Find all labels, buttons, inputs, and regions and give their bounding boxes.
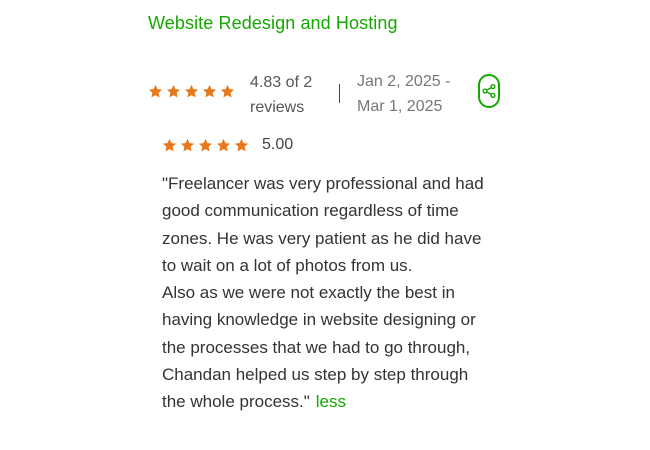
summary-star-rating — [148, 84, 235, 99]
share-icon — [482, 84, 496, 98]
star-icon — [166, 84, 181, 98]
star-icon — [184, 84, 199, 98]
feedback-rating: 5.00 — [162, 136, 293, 154]
job-title-link[interactable]: Website Redesign and Hosting — [148, 13, 398, 34]
date-range: Jan 2, 2025 - Mar 1, 2025 — [357, 73, 451, 115]
star-icon — [234, 138, 249, 151]
vertical-divider — [339, 84, 340, 103]
show-less-link[interactable]: less — [316, 392, 346, 411]
feedback-star-rating — [162, 138, 249, 153]
summary-score-text: 4.83 of 2 reviews — [250, 74, 313, 116]
star-icon — [198, 138, 213, 151]
feedback-paragraph: "Freelancer was very professional and ha… — [162, 174, 484, 275]
star-icon — [162, 138, 177, 151]
review-card: Website Redesign and Hosting 4.83 of 2 r… — [0, 0, 650, 450]
star-icon — [220, 84, 235, 98]
share-button[interactable] — [478, 74, 500, 108]
feedback-paragraph: Also as we were not exactly the best in … — [162, 279, 487, 415]
star-icon — [148, 84, 163, 98]
feedback-score: 5.00 — [262, 136, 294, 153]
star-icon — [202, 84, 217, 98]
star-icon — [216, 138, 231, 151]
feedback-text: "Freelancer was very professional and ha… — [162, 170, 487, 416]
star-icon — [180, 138, 195, 151]
review-summary: 4.83 of 2 reviews Jan 2, 2025 - Mar 1, 2… — [148, 68, 508, 118]
